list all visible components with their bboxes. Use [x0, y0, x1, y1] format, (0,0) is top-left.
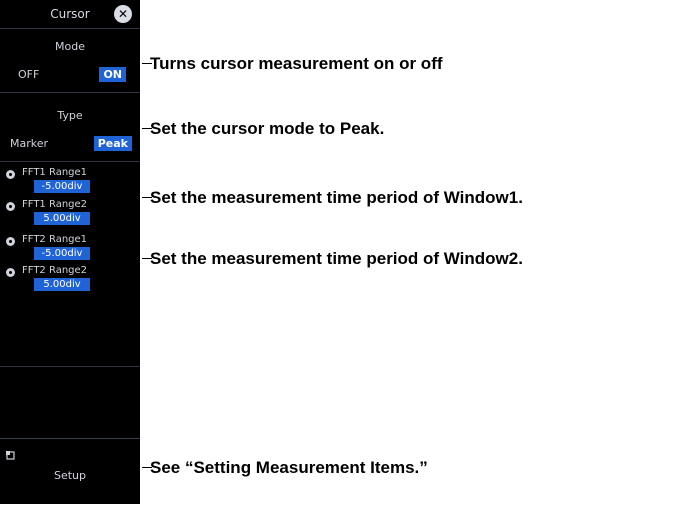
range-label: FFT2 Range2 [22, 265, 88, 276]
setup-button[interactable]: Setup [0, 438, 140, 505]
annotation-setup: See “Setting Measurement Items.” [142, 458, 428, 477]
mode-off-option[interactable]: OFF [14, 67, 43, 82]
mode-section: Mode OFF ON [0, 30, 140, 93]
radio-icon [6, 202, 15, 211]
fft1-range1-item[interactable]: FFT1 Range1 -5.00div [0, 166, 140, 200]
divider [0, 366, 140, 367]
panel-title: Cursor [50, 7, 90, 21]
cursor-panel: Cursor ✕ Mode OFF ON Type Marker Peak FF… [0, 0, 140, 504]
mode-label: Mode [55, 40, 85, 53]
range-value[interactable]: -5.00div [34, 247, 90, 260]
setup-label: Setup [53, 469, 87, 482]
range-label: FFT2 Range1 [22, 234, 88, 245]
radio-icon [6, 170, 15, 179]
fft1-range2-item[interactable]: FFT1 Range2 5.00div [0, 198, 140, 232]
type-marker-option[interactable]: Marker [6, 136, 52, 151]
type-section: Type Marker Peak [0, 95, 140, 162]
fft2-range2-item[interactable]: FFT2 Range2 5.00div [0, 264, 140, 298]
annotation-mode: Turns cursor measurement on or off [142, 54, 443, 73]
annotation-type: Set the cursor mode to Peak. [141, 119, 385, 138]
fft2-range1-item[interactable]: FFT2 Range1 -5.00div [0, 233, 140, 267]
close-button[interactable]: ✕ [114, 5, 132, 23]
close-icon: ✕ [117, 7, 129, 21]
radio-icon [6, 268, 15, 277]
radio-icon [6, 237, 15, 246]
mode-on-option[interactable]: ON [99, 67, 126, 82]
annotation-window2: Set the measurement time period of Windo… [142, 249, 523, 268]
range-value[interactable]: 5.00div [34, 278, 90, 291]
range-label: FFT1 Range1 [22, 167, 88, 178]
range-value[interactable]: -5.00div [34, 180, 90, 193]
setup-menu-icon [6, 451, 15, 460]
panel-title-bar: Cursor ✕ [0, 0, 140, 29]
type-peak-option[interactable]: Peak [93, 136, 132, 151]
type-label: Type [57, 109, 83, 122]
annotation-window1: Set the measurement time period of Windo… [142, 188, 523, 207]
range-value[interactable]: 5.00div [34, 212, 90, 225]
range-label: FFT1 Range2 [22, 199, 88, 210]
